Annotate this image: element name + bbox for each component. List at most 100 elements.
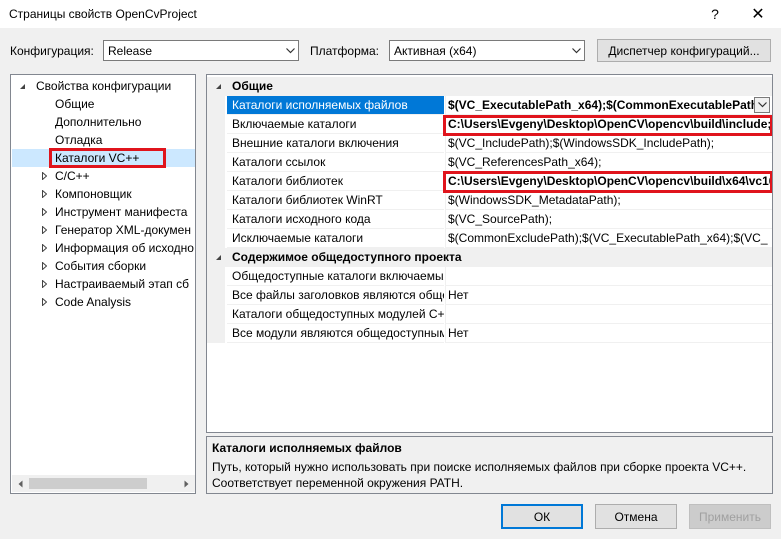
tree-root-label: Свойства конфигурации xyxy=(36,79,172,93)
property-name: Включаемые каталоги xyxy=(227,115,444,134)
chevron-down-icon xyxy=(282,41,298,60)
platform-label: Платформа: xyxy=(310,44,380,58)
platform-dropdown[interactable]: Активная (x64) xyxy=(389,40,585,61)
tree-horizontal-scrollbar[interactable] xyxy=(12,475,195,492)
property-name: Все файлы заголовков являются общедоступ… xyxy=(227,286,444,305)
value-dropdown-button[interactable] xyxy=(754,97,770,113)
category-label: Общие xyxy=(232,79,273,93)
tree-item-label: Компоновщик xyxy=(55,187,132,201)
category-public-project-content[interactable]: Содержимое общедоступного проекта xyxy=(207,248,772,267)
collapsed-triangle-icon xyxy=(39,203,49,221)
configuration-label: Конфигурация: xyxy=(10,44,94,58)
window-title: Страницы свойств OpenCvProject xyxy=(9,7,197,21)
property-row-all-modules-public[interactable]: Все модули являются общедоступными Нет xyxy=(207,324,772,343)
description-title: Каталоги исполняемых файлов xyxy=(212,441,402,455)
property-name: Внешние каталоги включения xyxy=(227,134,444,153)
collapsed-triangle-icon xyxy=(39,239,49,257)
tree-item-label: Общие xyxy=(55,97,95,111)
chevron-down-icon xyxy=(568,41,584,60)
category-general[interactable]: Общие xyxy=(207,77,772,96)
collapsed-triangle-icon xyxy=(39,221,49,239)
property-value[interactable]: $(VC_ExecutablePath_x64);$(CommonExecuta… xyxy=(445,96,772,115)
ok-button[interactable]: ОК xyxy=(501,504,583,529)
row-gutter xyxy=(207,324,225,343)
scroll-left-icon[interactable] xyxy=(12,475,29,492)
row-gutter xyxy=(207,191,225,210)
tree-item-general[interactable]: Общие xyxy=(55,95,94,113)
expanded-triangle-icon xyxy=(17,77,27,95)
tree-item-label: Дополнительно xyxy=(55,115,142,129)
property-name: Все модули являются общедоступными xyxy=(227,324,444,343)
property-name: Каталоги библиотек xyxy=(227,172,444,191)
collapsed-triangle-icon xyxy=(39,275,49,293)
row-gutter xyxy=(207,115,225,134)
description-panel: Каталоги исполняемых файлов Путь, которы… xyxy=(206,436,773,494)
property-value[interactable]: C:\Users\Evgeny\Desktop\OpenCV\opencv\bu… xyxy=(445,115,772,134)
row-gutter xyxy=(207,153,225,172)
title-bar: Страницы свойств OpenCvProject ? ✕ xyxy=(0,0,781,28)
property-value[interactable]: $(VC_SourcePath); xyxy=(445,210,772,229)
cancel-button[interactable]: Отмена xyxy=(595,504,677,529)
row-gutter xyxy=(207,172,225,191)
property-row-external-include-dirs[interactable]: Внешние каталоги включения $(VC_IncludeP… xyxy=(207,134,772,153)
tree-item-debugging[interactable]: Отладка xyxy=(55,131,102,149)
collapse-triangle-icon[interactable] xyxy=(215,248,222,267)
collapsed-triangle-icon xyxy=(39,257,49,275)
tree-item-advanced[interactable]: Дополнительно xyxy=(55,113,141,131)
property-row-library-dirs[interactable]: Каталоги библиотек C:\Users\Evgeny\Deskt… xyxy=(207,172,772,191)
tree-item-label: Code Analysis xyxy=(55,295,132,309)
collapsed-triangle-icon xyxy=(39,167,49,185)
collapse-triangle-icon[interactable] xyxy=(215,77,222,96)
configuration-dropdown[interactable]: Release xyxy=(103,40,299,61)
property-value[interactable]: Нет xyxy=(445,286,772,305)
tree-item-label: C/C++ xyxy=(55,169,90,183)
property-name: Общедоступные каталоги включаемых xyxy=(227,267,444,286)
property-value[interactable] xyxy=(445,267,772,286)
tree-item-label: Настраиваемый этап сб xyxy=(55,277,189,291)
scroll-right-icon[interactable] xyxy=(178,475,195,492)
property-value[interactable]: $(WindowsSDK_MetadataPath); xyxy=(445,191,772,210)
property-value[interactable]: $(VC_IncludePath);$(WindowsSDK_IncludePa… xyxy=(445,134,772,153)
property-value[interactable]: $(CommonExcludePath);$(VC_ExecutablePath… xyxy=(445,229,772,248)
property-value[interactable]: C:\Users\Evgeny\Desktop\OpenCV\opencv\bu… xyxy=(445,172,772,191)
property-row-include-dirs[interactable]: Включаемые каталоги C:\Users\Evgeny\Desk… xyxy=(207,115,772,134)
property-row-public-include-dirs[interactable]: Общедоступные каталоги включаемых xyxy=(207,267,772,286)
row-gutter xyxy=(207,286,225,305)
collapsed-triangle-icon xyxy=(39,185,49,203)
configuration-value: Release xyxy=(108,43,153,58)
configuration-manager-button[interactable]: Диспетчер конфигураций... xyxy=(597,39,771,62)
property-name: Каталоги исходного кода xyxy=(227,210,444,229)
row-gutter xyxy=(207,267,225,286)
property-row-executable-dirs[interactable]: Каталоги исполняемых файлов $(VC_Executa… xyxy=(207,96,772,115)
apply-button[interactable]: Применить xyxy=(689,504,771,529)
close-button[interactable]: ✕ xyxy=(735,0,781,28)
property-name: Каталоги исполняемых файлов xyxy=(227,96,444,115)
row-gutter xyxy=(207,229,225,248)
scroll-thumb[interactable] xyxy=(29,478,147,489)
property-name: Каталоги ссылок xyxy=(227,153,444,172)
tree-item-label: Инструмент манифеста xyxy=(55,205,188,219)
property-row-all-headers-public[interactable]: Все файлы заголовков являются общедоступ… xyxy=(207,286,772,305)
property-value[interactable] xyxy=(445,305,772,324)
property-value[interactable]: Нет xyxy=(445,324,772,343)
property-row-public-module-dirs[interactable]: Каталоги общедоступных модулей C++ xyxy=(207,305,772,324)
property-row-reference-dirs[interactable]: Каталоги ссылок $(VC_ReferencesPath_x64)… xyxy=(207,153,772,172)
tree-item-label: Генератор XML-докумен xyxy=(55,223,191,237)
row-gutter xyxy=(207,96,225,115)
property-row-winrt-library-dirs[interactable]: Каталоги библиотек WinRT $(WindowsSDK_Me… xyxy=(207,191,772,210)
property-name: Каталоги общедоступных модулей C++ xyxy=(227,305,444,324)
tree-item-red-highlight xyxy=(49,148,166,168)
tree-item-label: События сборки xyxy=(55,259,147,273)
property-grid[interactable]: Общие Каталоги исполняемых файлов $(VC_E… xyxy=(206,74,773,433)
row-gutter xyxy=(207,305,225,324)
property-value[interactable]: $(VC_ReferencesPath_x64); xyxy=(445,153,772,172)
property-name: Каталоги библиотек WinRT xyxy=(227,191,444,210)
category-label: Содержимое общедоступного проекта xyxy=(232,250,462,264)
property-row-source-dirs[interactable]: Каталоги исходного кода $(VC_SourcePath)… xyxy=(207,210,772,229)
configuration-tree[interactable]: Свойства конфигурации Общие Дополнительн… xyxy=(10,74,196,494)
tree-item-label: Отладка xyxy=(55,133,103,147)
row-gutter xyxy=(207,210,225,229)
property-row-exclude-dirs[interactable]: Исключаемые каталоги $(CommonExcludePath… xyxy=(207,229,772,248)
help-button[interactable]: ? xyxy=(692,0,738,28)
description-text: Путь, который нужно использовать при пои… xyxy=(212,460,747,490)
